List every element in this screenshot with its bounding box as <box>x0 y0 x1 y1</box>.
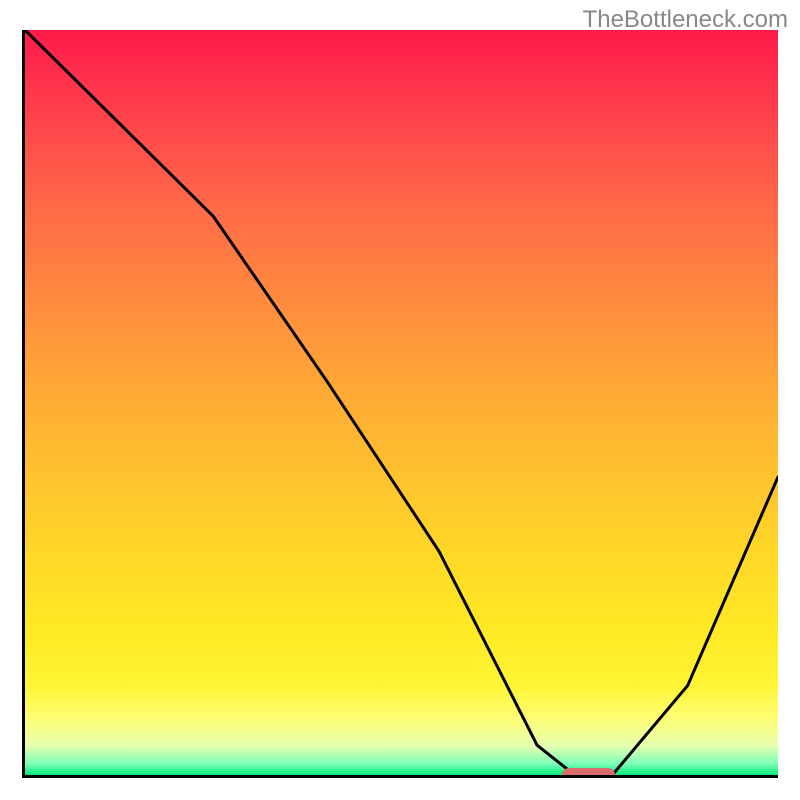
plot-area <box>22 30 778 778</box>
optimal-marker <box>562 768 615 778</box>
chart-container: TheBottleneck.com <box>0 0 800 800</box>
bottleneck-curve <box>25 30 778 775</box>
watermark-text: TheBottleneck.com <box>583 6 788 34</box>
curve-path <box>25 30 778 775</box>
